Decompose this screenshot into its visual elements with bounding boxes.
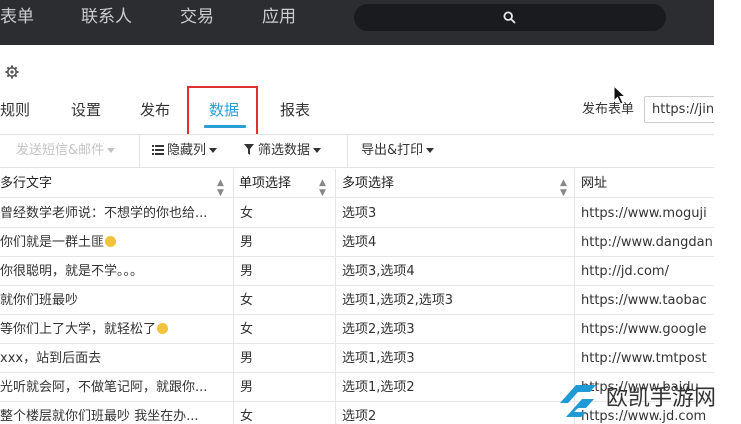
cell-text: 曾经数学老师说：不想学的你也给... (0, 206, 208, 221)
tab-publish[interactable]: 发布 (140, 100, 170, 120)
cell-multiple-choice: 选项1,选项2,选项3 (342, 293, 454, 308)
cell-single-choice: 女 (240, 293, 254, 308)
tab-settings[interactable]: 设置 (71, 100, 101, 120)
chevron-down-icon (426, 148, 435, 153)
cell-text: xxx，站到后面去 (0, 351, 102, 366)
sort-icon[interactable]: ▲ ▼ (560, 178, 567, 198)
table-row[interactable]: xxx，站到后面去 男 选项1,选项3 http://www.tmtpost (0, 344, 714, 373)
table-row[interactable]: 你很聪明，就是不学。。。 男 选项3,选项4 http://jd.com/ (0, 257, 714, 286)
tab-rules[interactable]: 规则 (0, 100, 30, 120)
column-header-multiline-text[interactable]: 多行文字 (0, 169, 230, 198)
nav-item-deals[interactable]: 交易 (180, 0, 214, 34)
cell-url: https://www.google (581, 322, 707, 337)
cell-single-choice: 男 (240, 264, 254, 279)
nav-item-contacts[interactable]: 联系人 (81, 0, 132, 34)
tab-reports[interactable]: 报表 (280, 100, 310, 120)
cell-url: http://jd.com/ (581, 264, 669, 279)
column-header-multiple-choice[interactable]: 多项选择 (342, 169, 562, 198)
search-input[interactable] (354, 4, 666, 31)
cell-url: https://www.taobac (581, 293, 707, 308)
cell-multiple-choice: 选项3,选项4 (342, 264, 415, 279)
cell-multiple-choice: 选项2,选项3 (342, 322, 415, 337)
cell-multiple-choice: 选项4 (342, 235, 377, 250)
cell-text: 就你们班最吵 (0, 293, 79, 308)
table-row[interactable]: 就你们班最吵 女 选项1,选项2,选项3 https://www.taobac (0, 286, 714, 315)
list-icon (152, 145, 164, 155)
toolbar-divider (139, 135, 140, 167)
cell-single-choice: 女 (240, 206, 254, 221)
table-header-row: 多行文字 ▲ ▼ 单项选择 ▲ ▼ 多项选择 ▲ ▼ 网址 (0, 169, 714, 198)
watermark-text: 欧凯手游网 (606, 386, 717, 411)
table-row[interactable]: 等你们上了大学，就轻松了 女 选项2,选项3 https://www.googl… (0, 315, 714, 344)
sort-icon[interactable]: ▲ ▼ (319, 178, 326, 198)
cell-url: http://www.tmtpost (581, 351, 707, 366)
data-toolbar: 发送短信&邮件 隐藏列 筛选数据 导出&打印 (0, 134, 714, 168)
filter-icon (244, 144, 254, 155)
cell-single-choice: 男 (240, 351, 254, 366)
cell-text: 整个楼层就你们班最吵 我坐在办... (0, 409, 199, 424)
nav-item-forms[interactable]: 表单 (0, 0, 34, 34)
chevron-down-icon (107, 148, 116, 153)
cell-text: 等你们上了大学，就轻松了 (0, 315, 230, 344)
watermark-logo-icon (560, 385, 596, 417)
smile-emoji-icon (157, 323, 169, 334)
sort-icon[interactable]: ▲ ▼ (217, 178, 224, 198)
cell-single-choice: 男 (240, 380, 254, 395)
cell-url: https://www.moguji (581, 206, 707, 221)
chevron-down-icon (313, 148, 322, 153)
watermark: 欧凯手游网 (556, 378, 741, 424)
publish-url-field[interactable]: https://jin (644, 96, 724, 123)
search-icon[interactable] (503, 11, 516, 24)
cell-text: 你很聪明，就是不学。。。 (0, 264, 144, 279)
cell-multiple-choice: 选项2 (342, 409, 377, 424)
nav-item-apps[interactable]: 应用 (262, 0, 296, 34)
gear-icon[interactable] (5, 65, 19, 84)
chevron-down-icon (209, 148, 218, 153)
hide-columns-button[interactable]: 隐藏列 (152, 135, 218, 167)
cell-multiple-choice: 选项3 (342, 206, 377, 221)
page-edge (714, 0, 741, 424)
cell-text: 光听就会阿，不做笔记阿，就跟你... (0, 380, 208, 395)
toolbar-divider (347, 135, 348, 167)
cell-text: 你们就是一群土匪 (0, 228, 230, 257)
export-print-button[interactable]: 导出&打印 (361, 135, 435, 167)
table-row[interactable]: 曾经数学老师说：不想学的你也给... 女 选项3 https://www.mog… (0, 199, 714, 228)
cell-single-choice: 男 (240, 235, 254, 250)
cell-url: http://www.dangdan (581, 235, 713, 250)
table-row[interactable]: 你们就是一群土匪 男 选项4 http://www.dangdan (0, 228, 714, 257)
cell-single-choice: 女 (240, 409, 254, 424)
column-header-url[interactable]: 网址 (581, 169, 714, 198)
send-sms-email-button[interactable]: 发送短信&邮件 (16, 135, 116, 167)
smile-emoji-icon (105, 236, 117, 247)
column-header-single-choice[interactable]: 单项选择 (239, 169, 329, 198)
cell-multiple-choice: 选项1,选项3 (342, 351, 415, 366)
mouse-cursor-icon (613, 85, 627, 105)
cell-single-choice: 女 (240, 322, 254, 337)
cell-multiple-choice: 选项1,选项2 (342, 380, 415, 395)
filter-data-button[interactable]: 筛选数据 (244, 135, 322, 167)
top-nav-bar: 表单 联系人 交易 应用 (0, 0, 714, 45)
